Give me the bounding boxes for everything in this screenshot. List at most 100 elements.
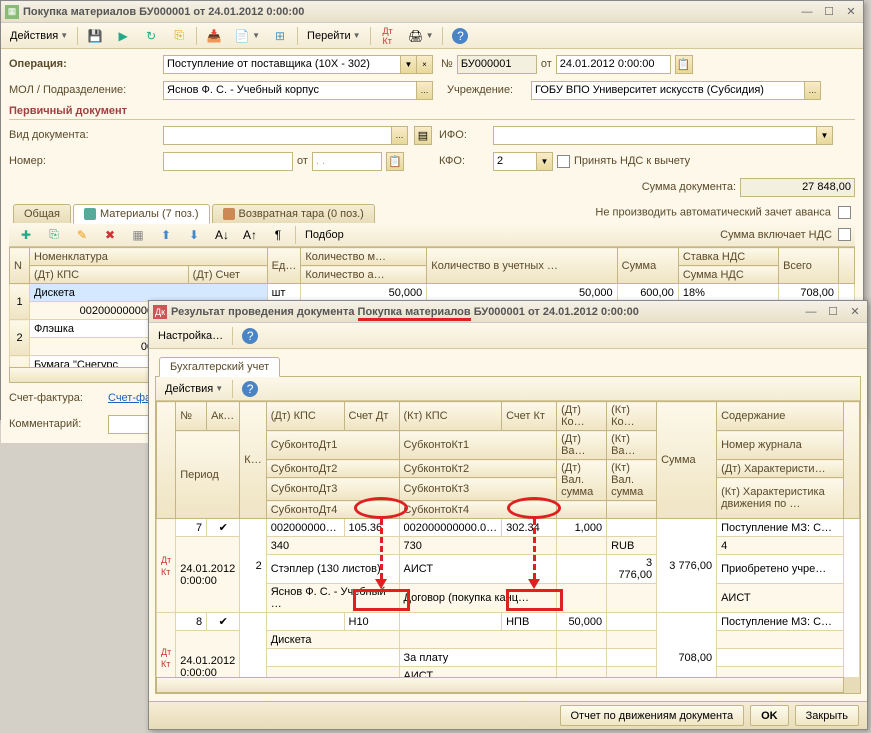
v-scrollbar[interactable] xyxy=(844,519,860,678)
row-add[interactable]: ✚ xyxy=(13,225,39,245)
close-button[interactable]: ✕ xyxy=(847,304,863,320)
no-auto-offset-checkbox[interactable] xyxy=(838,206,851,219)
calendar-icon[interactable]: 📋 xyxy=(675,55,693,74)
tb-print[interactable]: 🖨▼ xyxy=(403,26,439,46)
row-sort-desc[interactable]: A↑ xyxy=(237,225,263,245)
minimize-button[interactable]: — xyxy=(799,4,815,20)
grid-row[interactable]: 1 Дискета шт 50,000 50,000 600,00 18% 70… xyxy=(10,284,855,302)
docnum-field[interactable] xyxy=(163,152,293,171)
row-clear[interactable]: ▦ xyxy=(125,225,151,245)
sum-field: 27 848,00 xyxy=(740,178,855,197)
sum-incl-vat-label: Сумма включает НДС xyxy=(720,229,832,241)
kfo-select[interactable]: 2▼ xyxy=(493,152,553,171)
operation-select[interactable]: Поступление от поставщика (10Х - 302) ▼ … xyxy=(163,55,433,74)
mol-select[interactable]: Яснов Ф. С. - Учебный корпус … xyxy=(163,81,433,100)
dk-icon: ДтКт xyxy=(380,28,396,44)
tb-dk[interactable]: ДтКт xyxy=(375,26,401,46)
invoice-label: Счет-фактура: xyxy=(9,392,104,404)
org-select[interactable]: ГОБУ ВПО Университет искусств (Субсидия)… xyxy=(531,81,821,100)
actions-menu[interactable]: Действия▼ xyxy=(160,379,228,399)
forward-icon: ▶ xyxy=(115,28,131,44)
tab-tare[interactable]: Возвратная тара (0 поз.) xyxy=(212,204,375,223)
help-icon: ? xyxy=(452,28,468,44)
dropdown-icon[interactable]: ▼ xyxy=(816,127,832,144)
dropdown-icon[interactable]: ▼ xyxy=(400,56,416,73)
window-title: Результат проведения документа Покупка м… xyxy=(171,306,803,318)
ellipsis-icon[interactable]: … xyxy=(391,127,407,144)
create-icon: 📄 xyxy=(234,28,250,44)
operation-label: Операция: xyxy=(9,58,159,70)
grid-row[interactable]: ДтКт 7✔2 002000000…105.36 002000000000.0… xyxy=(157,519,860,537)
kfo-label: КФО: xyxy=(439,155,489,167)
tb-help[interactable]: ? xyxy=(447,26,473,46)
section-primary-doc: Первичный документ xyxy=(9,105,855,120)
ellipsis-icon[interactable]: … xyxy=(416,82,432,99)
close-button[interactable]: ✕ xyxy=(843,4,859,20)
close-button[interactable]: Закрыть xyxy=(795,705,859,726)
list-icon[interactable]: ▤ xyxy=(414,126,432,145)
number-field[interactable]: БУ000001 xyxy=(457,55,537,74)
minimize-button[interactable]: — xyxy=(803,304,819,320)
tb-basis[interactable]: 📥 xyxy=(201,26,227,46)
row-delete[interactable]: ✖ xyxy=(97,225,123,245)
docnum-label: Номер: xyxy=(9,155,159,167)
add-icon: ✚ xyxy=(18,227,34,243)
row-down[interactable]: ⬇ xyxy=(181,225,207,245)
tb-post-forward[interactable]: ▶ xyxy=(110,26,136,46)
tab-materials[interactable]: Материалы (7 поз.) xyxy=(73,204,210,224)
maximize-button[interactable]: ☐ xyxy=(825,304,841,320)
h-scrollbar[interactable] xyxy=(156,677,844,693)
copy-icon: ⎘ xyxy=(171,28,187,44)
ifo-select[interactable]: ▼ xyxy=(493,126,833,145)
tb-help[interactable]: ? xyxy=(237,326,263,346)
actions-menu[interactable]: Действия▼ xyxy=(5,26,73,46)
print-icon: 🖨 xyxy=(408,28,424,44)
row-sort-asc[interactable]: A↓ xyxy=(209,225,235,245)
sum-incl-vat-checkbox[interactable] xyxy=(838,228,851,241)
docdate-field[interactable]: . . xyxy=(312,152,382,171)
calendar-icon[interactable]: 📋 xyxy=(386,152,404,171)
tb-save[interactable]: 💾 xyxy=(82,26,108,46)
doc-icon: ▦ xyxy=(5,5,19,19)
down-icon: ⬇ xyxy=(186,227,202,243)
dk-icon: ДтКт xyxy=(161,555,171,577)
tab-general[interactable]: Общая xyxy=(13,204,71,223)
tb-create[interactable]: 📄▼ xyxy=(229,26,265,46)
maximize-button[interactable]: ☐ xyxy=(821,4,837,20)
accounting-grid[interactable]: №Ак…К… (Дт) КПССчет Дт (Кт) КПССчет Кт (… xyxy=(156,401,860,677)
tb-repost[interactable]: ↻ xyxy=(138,26,164,46)
comment-label: Комментарий: xyxy=(9,418,104,430)
edit-icon: ✎ xyxy=(74,227,90,243)
titlebar[interactable]: ▦ Покупка материалов БУ000001 от 24.01.2… xyxy=(1,1,863,23)
row-filter[interactable]: ¶ xyxy=(265,225,291,245)
filter-icon: ¶ xyxy=(270,227,286,243)
tb-copy[interactable]: ⎘ xyxy=(166,26,192,46)
clear-icon[interactable]: × xyxy=(416,56,432,73)
date-field[interactable]: 24.01.2012 0:00:00 xyxy=(556,55,671,74)
clear-all-icon: ▦ xyxy=(130,227,146,243)
help-icon: ? xyxy=(242,381,258,397)
ok-button[interactable]: OK xyxy=(750,705,789,726)
row-copy[interactable]: ⎘ xyxy=(41,225,67,245)
tb-help[interactable]: ? xyxy=(237,379,263,399)
tb-struct[interactable]: ⊞ xyxy=(267,26,293,46)
ellipsis-icon[interactable]: … xyxy=(804,82,820,99)
sum-label: Сумма документа: xyxy=(642,181,736,193)
tab-accounting[interactable]: Бухгалтерский учет xyxy=(159,357,280,377)
goto-menu[interactable]: Перейти▼ xyxy=(302,26,366,46)
podbor-button[interactable]: Подбор xyxy=(300,225,349,245)
settings-button[interactable]: Настройка… xyxy=(153,326,228,346)
grid-toolbar: ✚ ⎘ ✎ ✖ ▦ ⬆ ⬇ A↓ A↑ ¶ Подбор Сумма включ… xyxy=(9,223,855,247)
row-up[interactable]: ⬆ xyxy=(153,225,179,245)
delete-icon: ✖ xyxy=(102,227,118,243)
vat-checkbox[interactable] xyxy=(557,155,570,168)
result-icon: Дк xyxy=(153,305,167,319)
report-button[interactable]: Отчет по движениям документа xyxy=(560,705,745,726)
dropdown-icon[interactable]: ▼ xyxy=(536,153,552,170)
doctype-select[interactable]: … xyxy=(163,126,408,145)
titlebar[interactable]: Дк Результат проведения документа Покупк… xyxy=(149,301,867,323)
result-window: Дк Результат проведения документа Покупк… xyxy=(148,300,868,730)
window-title: Покупка материалов БУ000001 от 24.01.201… xyxy=(23,6,799,18)
grid-row[interactable]: ДтКт 8✔ Н10 НПВ 50,000 708,00Поступление… xyxy=(157,613,860,631)
row-edit[interactable]: ✎ xyxy=(69,225,95,245)
